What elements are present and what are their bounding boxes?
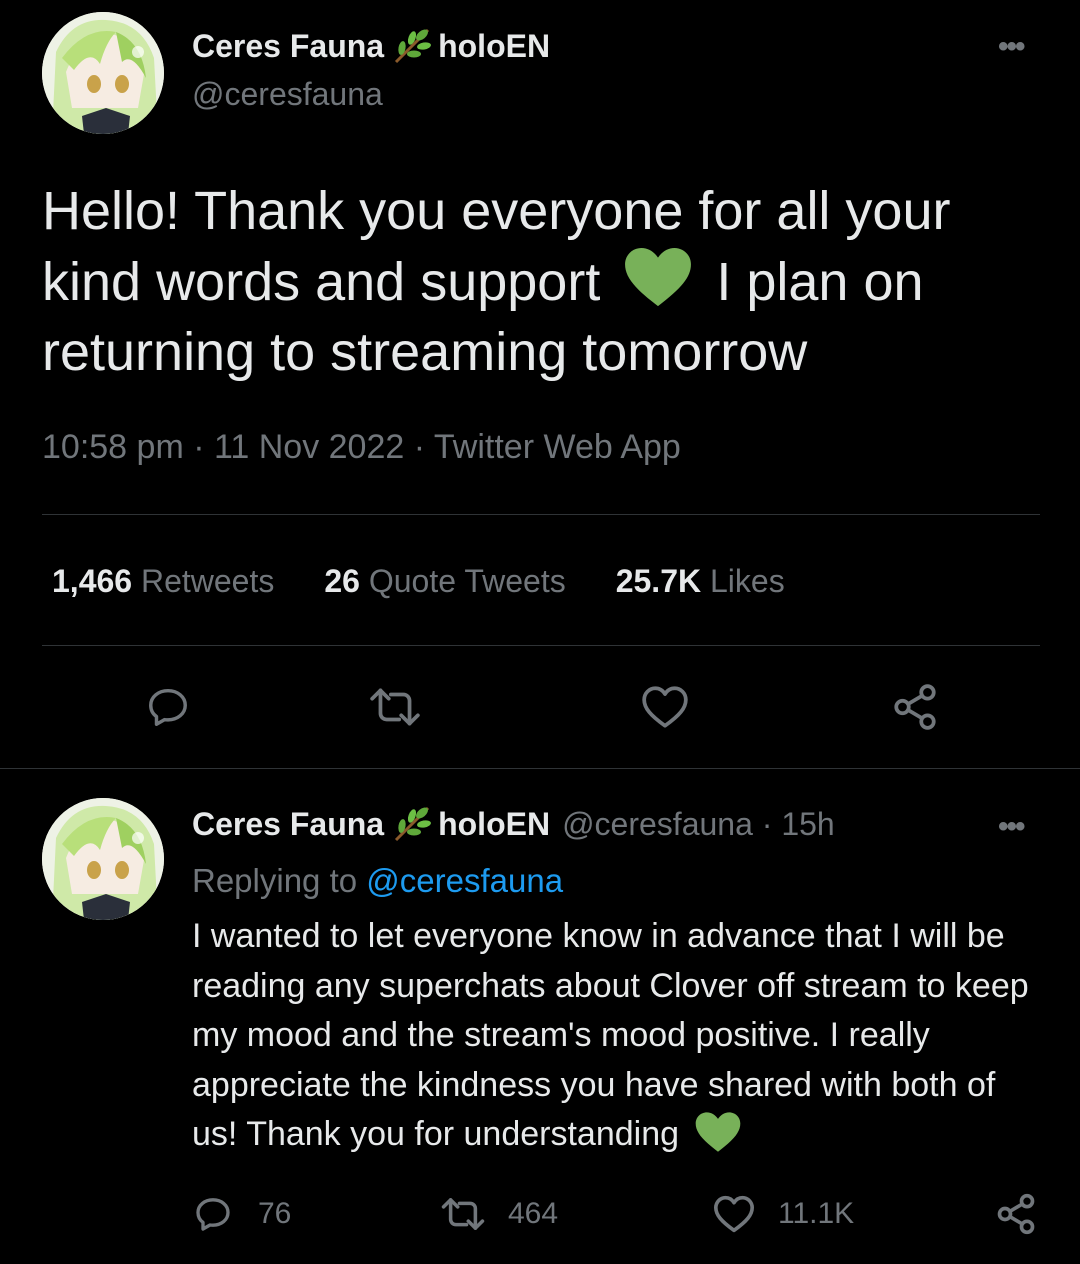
author-name[interactable]: Ceres Fauna [192,28,384,65]
divider [0,768,1080,769]
more-options-button[interactable]: ••• [998,810,1025,844]
likes-label: Likes [709,563,785,599]
likes-count: 25.7K [615,563,702,599]
avatar[interactable] [42,798,164,920]
retweet-icon[interactable] [368,684,422,730]
tweet-age[interactable]: 15h [781,806,834,843]
meta-separator: · [752,805,782,842]
divider [42,645,1040,646]
heart-icon [712,1194,756,1234]
meta-separator: · [413,428,434,466]
quotes-stat[interactable]: 26 Quote Tweets [324,563,565,600]
tweet-stats: 1,466 Retweets 26 Quote Tweets 25.7K Lik… [52,563,835,600]
more-options-button[interactable]: ••• [998,30,1025,64]
reply-button[interactable]: 76 [192,1194,291,1234]
author-handle[interactable]: @ceresfauna [562,806,753,843]
share-icon[interactable] [890,682,940,732]
heart-icon[interactable] [640,684,690,730]
tweet-text: Hello! Thank you everyone for all your k… [42,176,1042,387]
reply-icon [192,1194,234,1234]
reply-text-body: I wanted to let everyone know in advance… [192,917,1029,1153]
tweet-time[interactable]: 10:58 pm [42,428,184,466]
tweet-date[interactable]: 11 Nov 2022 [214,428,404,466]
herb-sprig-emoji [390,804,434,844]
divider [42,514,1040,515]
green-heart-emoji [623,246,693,308]
author-name-row[interactable]: Ceres Fauna holoEN [192,26,550,66]
tweet-meta: 10:58 pm · 11 Nov 2022 · Twitter Web App [42,428,681,467]
meta-separator: · [193,428,214,466]
avatar[interactable] [42,12,164,134]
reply-text: I wanted to let everyone know in advance… [192,912,1042,1160]
replying-to-handle[interactable]: @ceresfauna [366,862,563,899]
likes-stat[interactable]: 25.7K Likes [616,563,785,600]
quotes-count: 26 [324,563,360,599]
replying-to: Replying to @ceresfauna [192,862,563,900]
author-suffix[interactable]: holoEN [438,806,550,843]
retweet-count: 464 [508,1197,559,1230]
herb-sprig-emoji [390,26,434,66]
like-count: 11.1K [778,1197,855,1230]
author-suffix[interactable]: holoEN [438,28,550,65]
retweets-label: Retweets [140,563,275,599]
reply-count: 76 [258,1197,292,1230]
author-handle[interactable]: @ceresfauna [192,76,383,113]
replying-to-prefix: Replying to [192,862,358,899]
share-icon[interactable] [994,1192,1038,1236]
retweet-button[interactable]: 464 [440,1194,558,1234]
reply-author-row[interactable]: Ceres Fauna holoEN @ceresfauna · 15h [192,804,835,844]
reply-icon[interactable] [144,684,192,730]
retweets-count: 1,466 [52,563,133,599]
green-heart-emoji [694,1111,742,1153]
quotes-label: Quote Tweets [368,563,566,599]
tweet-source[interactable]: Twitter Web App [434,428,681,466]
retweet-icon [440,1194,486,1234]
like-button[interactable]: 11.1K [712,1194,854,1234]
author-name[interactable]: Ceres Fauna [192,806,384,843]
retweets-stat[interactable]: 1,466 Retweets [52,563,274,600]
